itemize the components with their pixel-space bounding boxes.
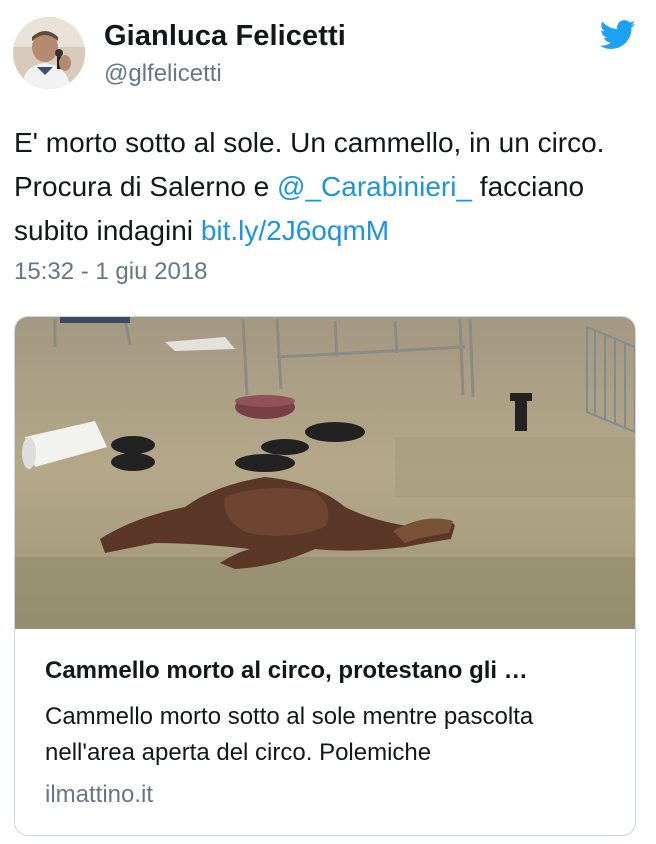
card-title[interactable]: Cammello morto al circo, protestano gli …	[45, 657, 605, 685]
link-preview-card[interactable]: Cammello morto al circo, protestano gli …	[14, 316, 636, 836]
user-avatar[interactable]	[13, 17, 85, 89]
card-image[interactable]	[15, 317, 636, 629]
tweet-text: E' morto sotto al sole. Un cammello, in …	[14, 121, 642, 253]
tweet-timestamp[interactable]: 15:32 - 1 giu 2018	[14, 258, 208, 286]
card-domain[interactable]: ilmattino.it	[45, 781, 605, 809]
card-description: Cammello morto sotto al sole mentre pasc…	[45, 703, 534, 766]
twitter-bird-icon[interactable]	[599, 20, 636, 50]
mention-link[interactable]: @_Carabinieri_	[277, 171, 472, 202]
short-url-link[interactable]: bit.ly/2J6oqmM	[201, 215, 389, 246]
user-name[interactable]: Gianluca Felicetti	[104, 20, 346, 53]
user-handle[interactable]: @glfelicetti	[104, 60, 222, 88]
